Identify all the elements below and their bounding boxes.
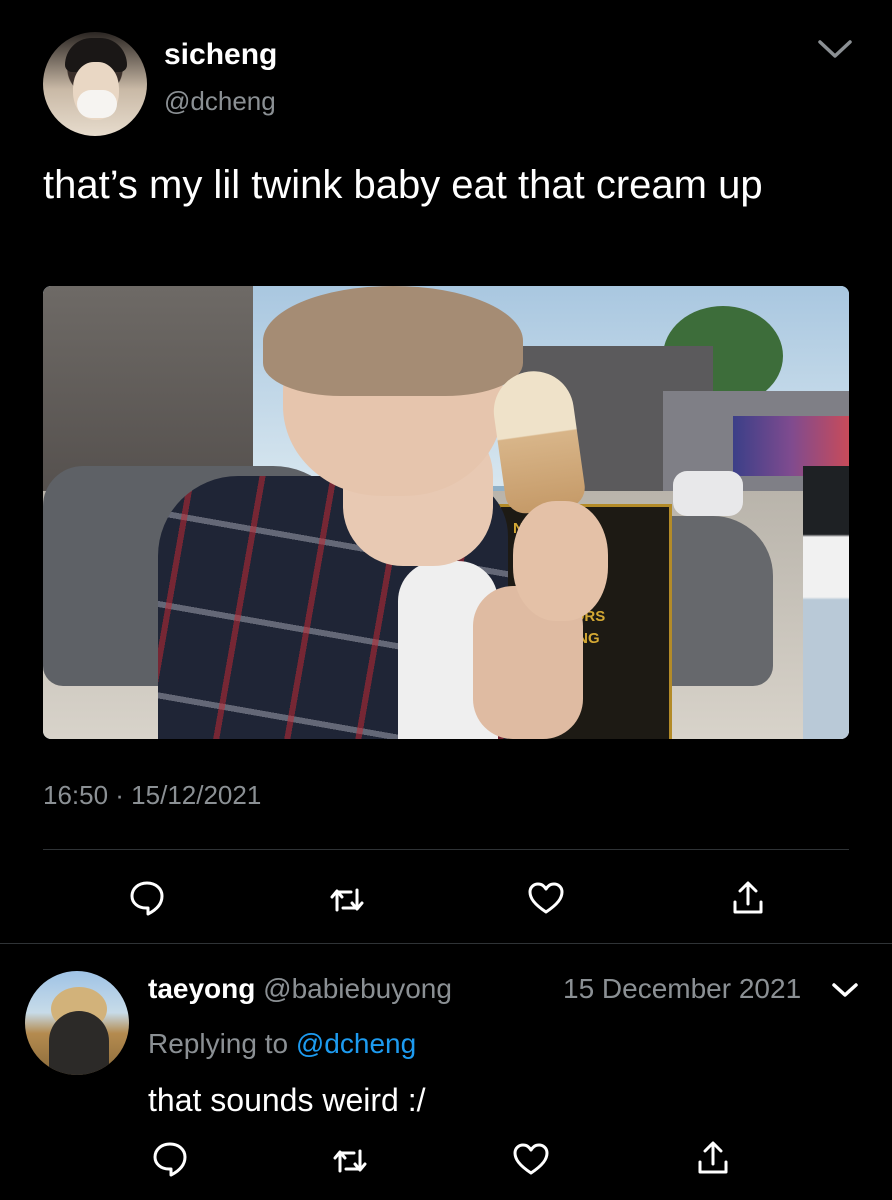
share-icon[interactable] — [728, 878, 768, 918]
reply-icon[interactable] — [150, 1138, 190, 1178]
replying-to: Replying to @dcheng — [148, 1028, 416, 1060]
tweet-text: that’s my lil twink baby eat that cream … — [43, 163, 763, 207]
reply-text: that sounds weird :/ — [148, 1082, 426, 1118]
tweet-photo[interactable]: NO CE NO KING E LY FOR nd VISITORS E BUI… — [43, 286, 849, 739]
reply-author-avatar[interactable] — [25, 971, 129, 1075]
divider — [43, 849, 849, 850]
reply-date[interactable]: 15 December 2021 — [563, 973, 801, 1005]
chevron-down-icon[interactable] — [830, 980, 860, 1000]
reply-handle[interactable]: @babiebuyong — [263, 973, 452, 1004]
share-icon[interactable] — [693, 1138, 733, 1178]
author-handle[interactable]: @dcheng — [164, 86, 276, 117]
replying-prefix: Replying to — [148, 1028, 289, 1059]
chevron-down-icon[interactable] — [815, 36, 855, 62]
author-avatar[interactable] — [43, 32, 147, 136]
reply-display-name[interactable]: taeyong — [148, 973, 255, 1004]
author-display-name[interactable]: sicheng — [164, 38, 277, 72]
reply-icon[interactable] — [127, 877, 167, 917]
like-icon[interactable] — [526, 878, 566, 918]
divider — [0, 943, 892, 944]
replying-mention[interactable]: @dcheng — [296, 1028, 416, 1059]
like-icon[interactable] — [511, 1139, 551, 1179]
reply-author[interactable]: taeyong @babiebuyong — [148, 973, 452, 1005]
retweet-icon[interactable] — [327, 880, 367, 920]
retweet-icon[interactable] — [330, 1141, 370, 1181]
tweet-timestamp: 16:50 · 15/12/2021 — [43, 780, 262, 810]
